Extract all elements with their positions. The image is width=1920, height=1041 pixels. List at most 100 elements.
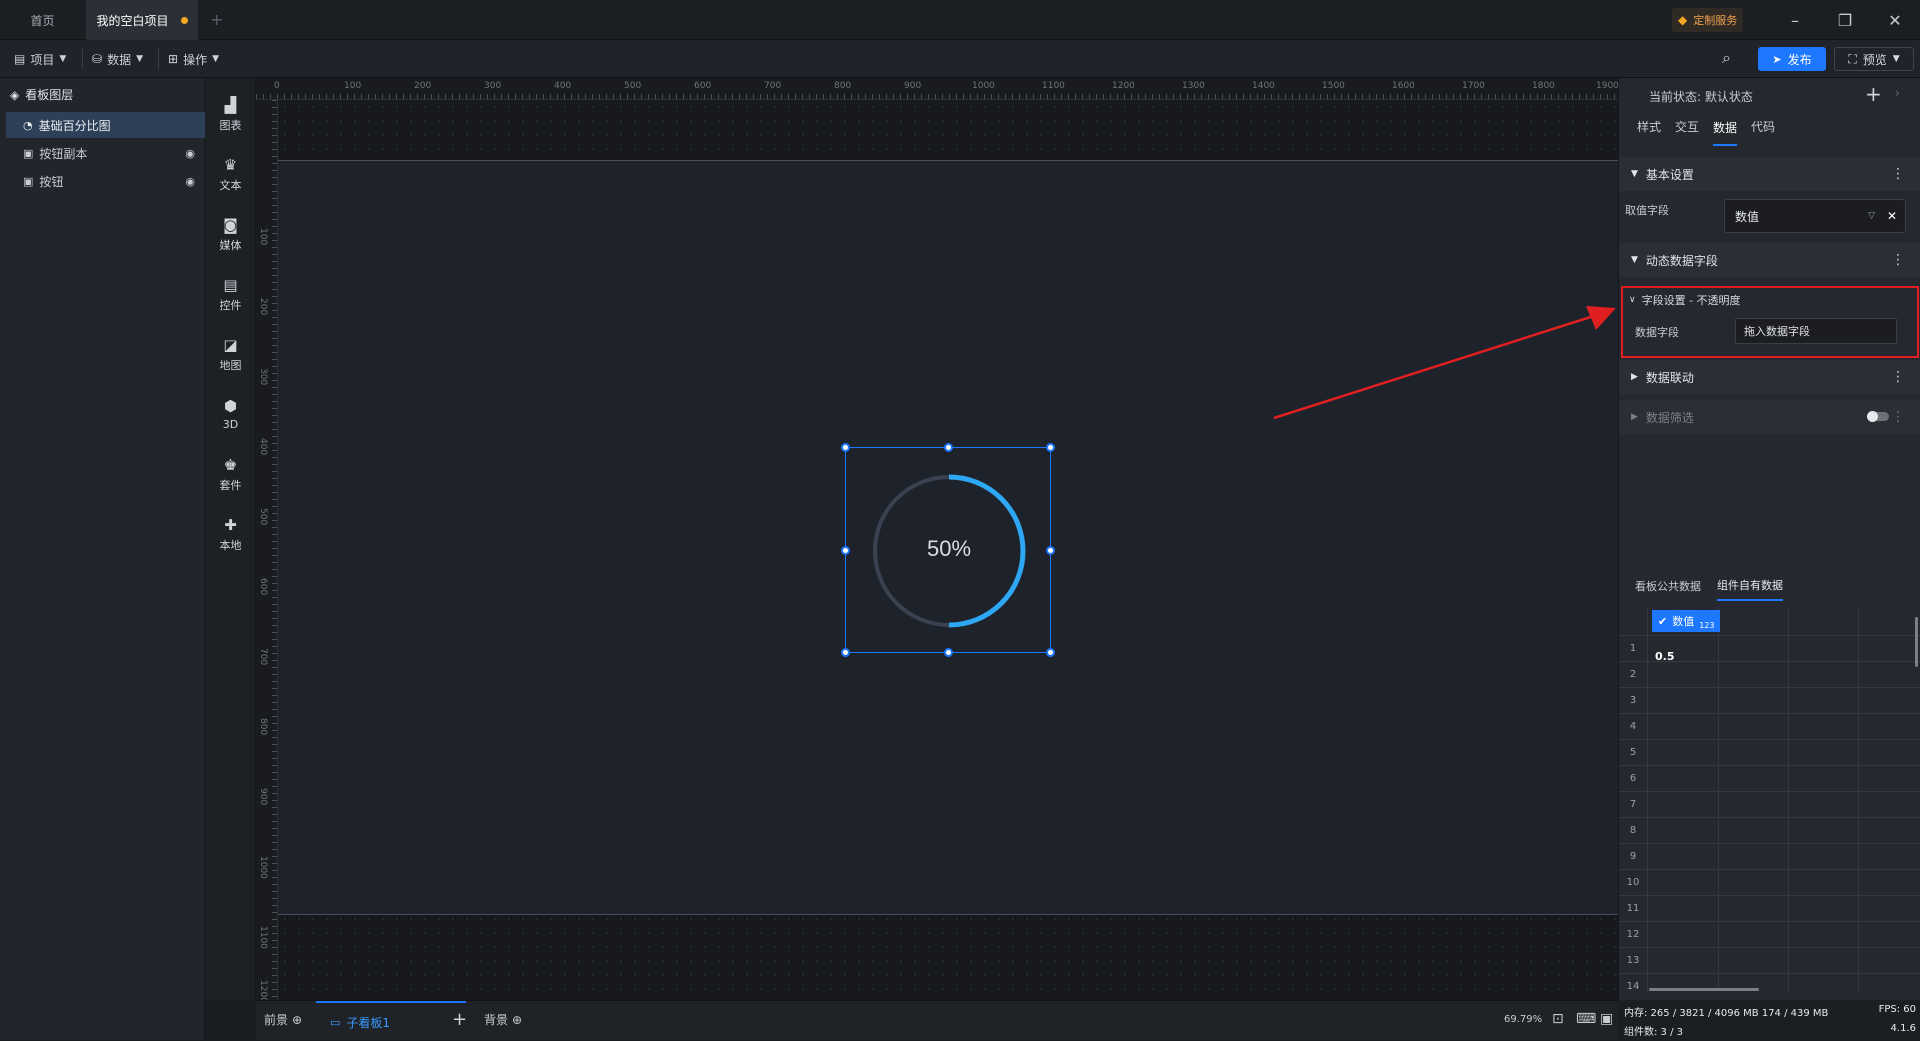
grid-row-line	[1619, 765, 1920, 766]
terminal-icon[interactable]: ▣	[1600, 1011, 1613, 1027]
tab-home-label: 首页	[30, 13, 55, 28]
ruler-left-label: 500	[258, 508, 268, 526]
layers-panel: ◈ 看板图层 ◔ 基础百分比图 ▣ 按钮副本 ◉ ▣ 按钮 ◉	[0, 78, 205, 1040]
minimize-icon[interactable]: –	[1770, 0, 1820, 40]
text-category-button[interactable]: ♛ 文本	[205, 146, 256, 202]
resize-handle[interactable]	[1046, 443, 1055, 452]
suite-category-button[interactable]: ♚ 套件	[205, 446, 256, 502]
close-window-icon[interactable]: ✕	[1870, 0, 1920, 40]
column-header[interactable]: ✔ 数值 123	[1652, 610, 1720, 632]
section-basic-settings[interactable]: ▼ 基本设置 ⋮	[1619, 157, 1920, 191]
layer-item[interactable]: ▣ 按钮副本 ◉	[6, 140, 205, 166]
menu-data-label: 数据	[107, 52, 132, 67]
resize-handle[interactable]	[944, 648, 953, 657]
section-dynamic-fields[interactable]: ▼ 动态数据字段 ⋮	[1619, 243, 1920, 277]
fit-screen-icon[interactable]: ⊡	[1552, 1011, 1564, 1027]
dashboard-board[interactable]: 50%	[278, 160, 1618, 915]
resize-handle[interactable]	[841, 443, 850, 452]
layer-item[interactable]: ▣ 按钮 ◉	[6, 168, 205, 194]
data-field-dropzone[interactable]: 拖入数据字段	[1735, 318, 1897, 344]
tab-project-label: 我的空白项目	[96, 13, 169, 28]
canvas[interactable]: 50%	[278, 100, 1618, 1000]
zoom-level[interactable]: 69.79%	[1504, 1014, 1542, 1025]
background-tab[interactable]: 背景 ⊕	[484, 1011, 522, 1028]
new-tab-icon[interactable]: +	[210, 10, 223, 29]
add-board-icon[interactable]: +	[452, 1009, 467, 1030]
resize-handle[interactable]	[1046, 648, 1055, 657]
menu-operation-label: 操作	[183, 52, 208, 67]
tab-data[interactable]: 数据	[1713, 107, 1738, 146]
more-icon[interactable]: ⋮	[1891, 369, 1905, 385]
caret-down-icon: ▼	[1631, 169, 1638, 179]
tab-project[interactable]: 我的空白项目	[86, 0, 198, 40]
gauge-label: 50%	[926, 536, 972, 561]
divider	[158, 49, 159, 69]
row-number: 6	[1629, 773, 1637, 784]
layers-title: 看板图层	[25, 88, 74, 102]
chevron-down-icon: ∨	[1629, 295, 1636, 305]
preview-button[interactable]: ⛶ 预览 ▼	[1834, 47, 1914, 71]
media-category-button[interactable]: ◙ 媒体	[205, 206, 256, 262]
tab-style[interactable]: 样式	[1637, 118, 1661, 135]
publish-button[interactable]: ➤ 发布	[1758, 47, 1826, 71]
more-icon[interactable]: ⋮	[1891, 166, 1905, 182]
tab-code[interactable]: 代码	[1751, 118, 1775, 135]
menu-operation[interactable]: ⊞ 操作 ▼	[168, 40, 219, 78]
fullscreen-icon: ⛶	[1848, 51, 1857, 66]
data-grid[interactable]: ✔ 数值 123 1 2 3 4 5 6 7 8 9 10 11 12 13 14 0.5	[1619, 607, 1920, 992]
resize-handle[interactable]	[944, 443, 953, 452]
resize-handle[interactable]	[1046, 546, 1055, 555]
restore-icon[interactable]: ❐	[1820, 0, 1870, 40]
chevron-right-icon[interactable]: ›	[1895, 86, 1900, 100]
add-state-icon[interactable]: +	[1865, 82, 1882, 106]
current-state-label: 当前状态: 默认状态	[1649, 90, 1753, 104]
map-category-button[interactable]: ◪ 地图	[205, 326, 256, 382]
value-field-select[interactable]: 数值 ▽ ✕	[1724, 199, 1906, 233]
grid-row-line	[1619, 843, 1920, 844]
section-data-link[interactable]: ▶ 数据联动 ⋮	[1619, 360, 1920, 394]
property-panel: 当前状态: 默认状态 + › 样式 交互 数据 代码 ▼ 基本设置 ⋮ 取值字段 数…	[1618, 78, 1920, 1040]
eye-hidden-icon[interactable]: ◉	[185, 147, 195, 160]
tab-home[interactable]: 首页	[0, 0, 85, 40]
selection-box[interactable]: 50%	[841, 443, 1055, 657]
search-icon[interactable]: ⌕	[1722, 48, 1731, 68]
tab-interaction[interactable]: 交互	[1675, 118, 1699, 135]
diamond-icon: ◆	[1678, 13, 1688, 27]
tab-board-public-data[interactable]: 看板公共数据	[1635, 578, 1701, 594]
field-settings-header[interactable]: ∨ 字段设置 - 不透明度	[1629, 292, 1741, 308]
resize-handle[interactable]	[841, 546, 850, 555]
filter-toggle[interactable]	[1867, 411, 1889, 422]
eye-hidden-icon[interactable]: ◉	[185, 175, 195, 188]
grid-row-line	[1619, 635, 1920, 636]
grid-row-line	[1619, 817, 1920, 818]
more-icon[interactable]: ⋮	[1891, 409, 1905, 425]
more-icon[interactable]: ⋮	[1891, 252, 1905, 268]
menu-data[interactable]: ⛁ 数据 ▼	[92, 40, 143, 78]
menu-project[interactable]: ▤ 项目 ▼	[14, 40, 66, 78]
grid-row-line	[1619, 713, 1920, 714]
3d-category-button[interactable]: ⬢ 3D	[205, 386, 256, 442]
resize-handle[interactable]	[841, 648, 850, 657]
clear-icon[interactable]: ✕	[1887, 209, 1897, 223]
control-category-button[interactable]: ▤ 控件	[205, 266, 256, 322]
custom-service-button[interactable]: ◆ 定制服务	[1672, 8, 1744, 32]
row-number: 12	[1626, 929, 1640, 940]
tab-component-own-data[interactable]: 组件自有数据	[1717, 571, 1783, 601]
text-category-label: 文本	[219, 178, 242, 192]
chart-category-button[interactable]: ▟ 图表	[205, 86, 256, 142]
keyboard-icon[interactable]: ⌨	[1576, 1011, 1596, 1027]
section-data-filter[interactable]: ▶ 数据筛选 ⋮	[1619, 400, 1920, 434]
sub-board-tab[interactable]: ▭ 子看板1	[316, 1001, 466, 1041]
check-icon: ✔	[1658, 614, 1668, 628]
local-category-button[interactable]: ✚ 本地	[205, 506, 256, 562]
foreground-tab[interactable]: 前景 ⊕	[264, 1011, 302, 1028]
cell-value[interactable]: 0.5	[1655, 650, 1675, 663]
grid-scrollbar[interactable]	[1915, 617, 1918, 667]
layer-item[interactable]: ◔ 基础百分比图	[6, 112, 205, 138]
add-circle-icon[interactable]: ⊕	[292, 1013, 302, 1027]
foreground-label: 前景	[264, 1013, 289, 1027]
row-number: 14	[1626, 981, 1640, 992]
add-circle-icon[interactable]: ⊕	[512, 1013, 522, 1027]
grid-hscrollbar[interactable]	[1649, 988, 1759, 991]
annotation-arrow-line	[1273, 312, 1601, 420]
